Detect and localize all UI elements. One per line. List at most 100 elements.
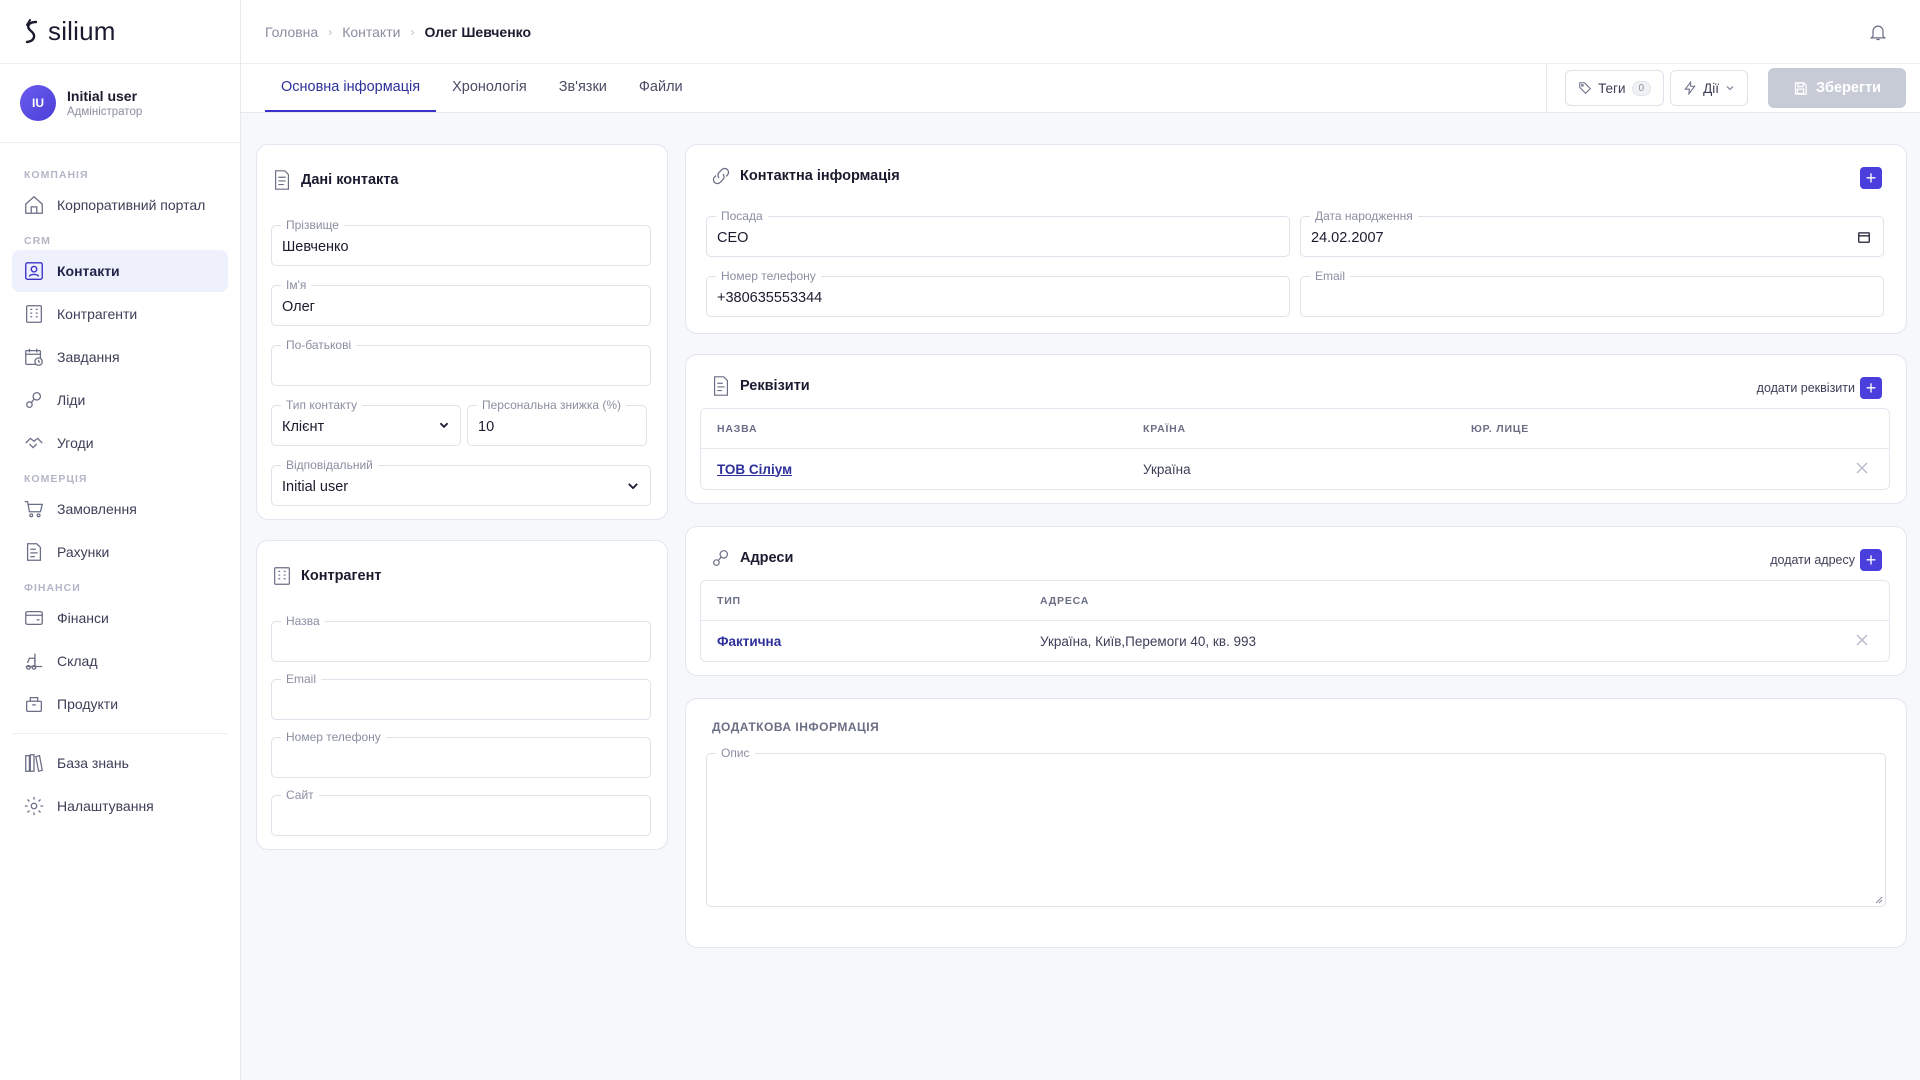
document-icon [274,170,290,190]
sidebar-item-label: Ліди [57,392,86,408]
lead-icon [26,392,42,408]
email-field[interactable]: Email [1300,269,1884,317]
chevron-down-icon [439,422,449,429]
breadcrumb-contacts[interactable]: Контакти [342,24,400,40]
sidebar-item-warehouse[interactable]: Склад [12,640,228,682]
tab-actions: Теги 0 Дії Зберегти [1546,64,1920,112]
contact-type-select[interactable]: Тип контакту Клієнт [271,398,461,446]
add-requisites-button[interactable]: додати реквізити + [1757,377,1882,399]
field-label: Email [281,672,322,686]
sidebar-item-label: Склад [57,653,98,669]
field-value: Initial user [282,479,349,495]
section-finance: ФІНАНСИ [24,582,81,594]
calendar-icon[interactable] [1857,230,1871,244]
building-icon [274,567,290,585]
sidebar-item-contacts[interactable]: Контакти [12,250,228,292]
user-profile[interactable]: IU Initial user Адміністратор [0,64,240,143]
handshake-icon [25,437,43,449]
card-title: Дані контакта [271,169,398,191]
bell-icon[interactable] [1868,22,1888,42]
counterparty-site-field[interactable]: Сайт [271,788,651,836]
actions-label: Дії [1703,80,1719,96]
table-row[interactable]: ТОВ Сіліум Україна [701,449,1889,489]
user-role: Адміністратор [67,106,143,118]
sidebar-item-label: Продукти [57,696,119,712]
column-header: ТИП [717,594,741,607]
chevron-down-icon [628,483,638,490]
sidebar-item-finances[interactable]: Фінанси [12,597,228,639]
close-icon[interactable] [1855,633,1869,647]
birthdate-field[interactable]: Дата народження 24.02.2007 [1300,209,1884,257]
add-address-button[interactable]: додати адресу + [1770,549,1882,571]
field-label: Опис [716,746,755,760]
section-crm: CRM [24,235,51,247]
discount-field[interactable]: Персональна знижка (%) 10 [467,398,647,446]
invoice-icon [713,376,729,396]
resize-handle-icon[interactable] [1873,894,1883,904]
sidebar-item-counterparties[interactable]: Контрагенти [12,293,228,335]
table-row[interactable]: Фактична Україна, Київ,Перемоги 40, кв. … [701,621,1889,661]
plus-icon: + [1860,549,1882,571]
sidebar-item-label: Корпоративний портал [57,197,206,213]
field-value: CEO [717,230,749,246]
product-box-icon [26,696,42,712]
counterparty-name-field[interactable]: Назва [271,614,651,662]
sidebar-item-invoices[interactable]: Рахунки [12,531,228,573]
address-type-link[interactable]: Фактична [717,634,781,649]
phone-field[interactable]: Номер телефону +380635553344 [706,269,1290,317]
nav-divider [12,733,228,734]
field-label: Email [1310,269,1351,283]
position-field[interactable]: Посада CEO [706,209,1290,257]
addresses-title: Адреси [740,550,794,566]
logo[interactable]: silium [0,0,240,64]
tag-icon [1579,82,1592,94]
sidebar-item-orders[interactable]: Замовлення [12,488,228,530]
field-label: Ім'я [281,278,312,292]
counterparty-title: Контрагент [301,568,382,584]
tab-relations[interactable]: Зв'язки [543,64,623,112]
invoice-icon [26,543,42,561]
tab-timeline[interactable]: Хронологія [436,64,543,112]
breadcrumb-home[interactable]: Головна [265,24,318,40]
field-label: Номер телефону [716,269,821,283]
add-contact-info-button[interactable]: + [1860,167,1882,189]
sidebar-item-products[interactable]: Продукти [12,683,228,725]
sidebar-item-settings[interactable]: Налаштування [12,785,228,827]
responsible-select[interactable]: Відповідальний Initial user [271,458,651,506]
description-textarea[interactable]: Опис [706,746,1886,907]
tab-main-info[interactable]: Основна інформація [265,64,437,112]
actions-button[interactable]: Дії [1670,70,1748,106]
chevron-down-icon [1726,86,1734,91]
sidebar-item-tasks[interactable]: Завдання [12,336,228,378]
table-header: ТИП АДРЕСА [701,581,1889,621]
counterparty-card: Контрагент Назва Email Номер телефону Са… [256,540,668,850]
tabs: Основна інформація Хронологія Зв'язки Фа… [265,64,699,112]
surname-field[interactable]: Прізвище Шевченко [271,218,651,266]
save-button[interactable]: Зберегти [1768,68,1906,108]
tab-files[interactable]: Файли [623,64,699,112]
sidebar-item-deals[interactable]: Угоди [12,422,228,464]
field-value: Шевченко [282,239,349,255]
column-header: КРАЇНА [1143,422,1186,435]
requisites-card: Реквізити додати реквізити + НАЗВА КРАЇН… [685,354,1907,504]
sidebar-item-portal[interactable]: Корпоративний портал [12,184,228,226]
name-field[interactable]: Ім'я Олег [271,278,651,326]
sidebar-item-label: Завдання [57,349,120,365]
counterparty-phone-field[interactable]: Номер телефону [271,730,651,778]
field-label: По-батькові [281,338,357,352]
save-label: Зберегти [1815,80,1882,96]
sidebar-item-knowledge[interactable]: База знань [12,742,228,784]
addresses-card: Адреси додати адресу + ТИП АДРЕСА Фактич… [685,526,1907,676]
sidebar-nav: КОМПАНІЯ Корпоративний портал CRM Контак… [0,143,240,827]
counterparty-email-field[interactable]: Email [271,672,651,720]
sidebar-item-label: Контрагенти [57,306,138,322]
column-header: ЮР. ЛИЦЕ [1471,422,1530,435]
close-icon[interactable] [1855,461,1869,475]
user-name: Initial user [67,88,138,104]
requisite-name-link[interactable]: ТОВ Сіліум [717,462,792,477]
patronymic-field[interactable]: По-батькові [271,338,651,386]
sidebar-item-leads[interactable]: Ліди [12,379,228,421]
tags-button[interactable]: Теги 0 [1565,70,1665,106]
main-content: Головна › Контакти › Олег Шевченко Основ… [241,0,1920,1080]
contact-info-title: Контактна інформація [740,168,900,184]
